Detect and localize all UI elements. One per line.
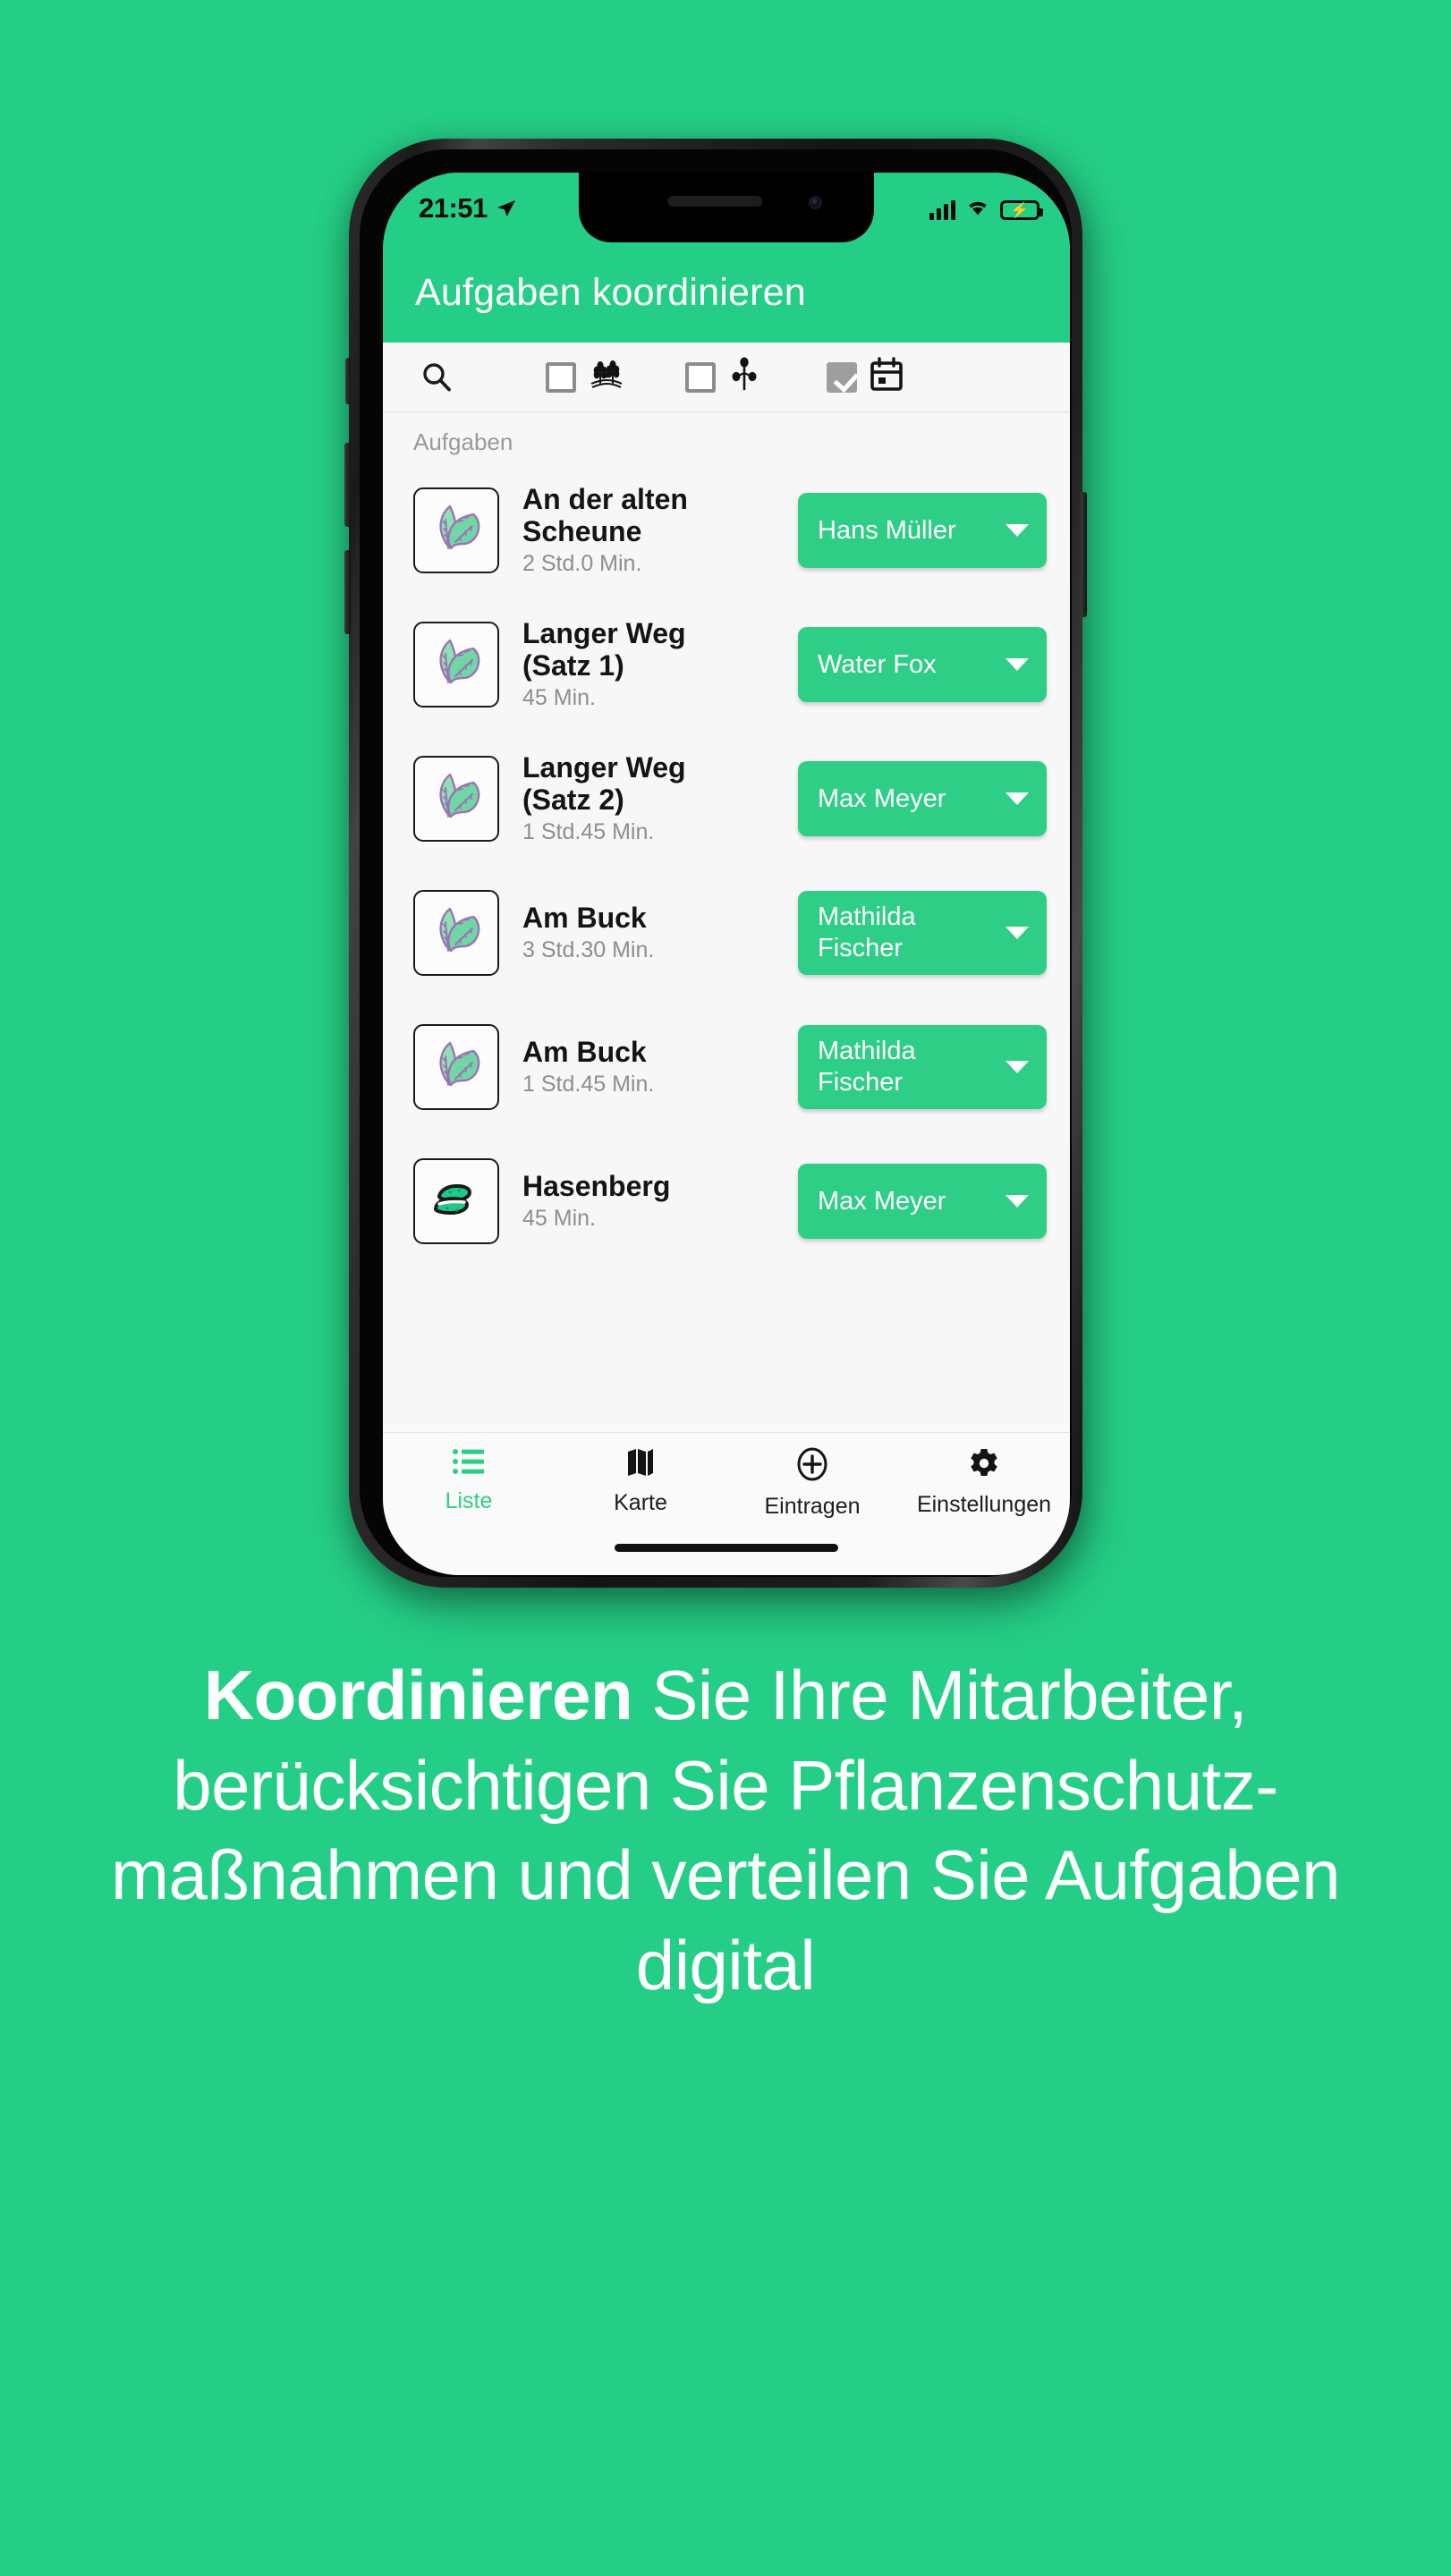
row-text: Am Buck 1 Std.45 Min. [499, 1036, 798, 1097]
task-duration: 2 Std.0 Min. [522, 550, 642, 576]
app-bar: Aufgaben koordinieren [383, 242, 1070, 343]
page-title: Aufgaben koordinieren [415, 270, 806, 314]
cellular-signal-icon [929, 199, 955, 220]
phone-screen: 21:51 ⚡ Aufgaben koordinieren Aufgaben A… [383, 173, 1070, 1575]
nav-item-karte[interactable]: Karte [555, 1447, 726, 1575]
assignee-label: Hans Müller [818, 515, 956, 545]
location-arrow-icon [496, 198, 517, 219]
chevron-down-icon [1006, 927, 1029, 939]
gear-icon [968, 1447, 1000, 1484]
row-text: Hasenberg 45 Min. [499, 1170, 798, 1232]
map-icon [625, 1447, 656, 1482]
table-row[interactable]: Langer Weg (Satz 2) 1 Std.45 Min. Max Me… [383, 732, 1070, 866]
leaves-icon [413, 487, 499, 573]
section-label: Aufgaben [413, 428, 513, 455]
assignee-dropdown[interactable]: Mathilda Fischer [798, 891, 1047, 975]
task-title: An der alten Scheune [522, 483, 688, 547]
phone-bezel: 21:51 ⚡ Aufgaben koordinieren Aufgaben A… [360, 149, 1072, 1577]
task-title: Hasenberg [522, 1170, 671, 1203]
task-title: Langer Weg (Satz 2) [522, 751, 686, 816]
row-text: Langer Weg (Satz 1) 45 Min. [499, 617, 798, 711]
task-duration: 45 Min. [522, 684, 596, 710]
table-row[interactable]: An der alten Scheune 2 Std.0 Min. Hans M… [383, 463, 1070, 597]
table-row[interactable]: Hasenberg 45 Min. Max Meyer [383, 1134, 1070, 1268]
nav-item-liste[interactable]: Liste [383, 1447, 555, 1575]
assignee-dropdown[interactable]: Max Meyer [798, 761, 1047, 836]
calendar-icon [868, 356, 905, 398]
checkbox-unchecked-icon[interactable] [546, 361, 576, 393]
chevron-down-icon [1006, 658, 1029, 671]
search-icon[interactable] [383, 360, 490, 395]
row-text: Am Buck 3 Std.30 Min. [499, 902, 798, 963]
cucumber-icon [413, 1158, 499, 1244]
leaves-icon [413, 622, 499, 708]
task-duration: 45 Min. [522, 1205, 596, 1231]
assignee-label: Max Meyer [818, 1186, 946, 1216]
chevron-down-icon [1006, 792, 1029, 805]
wheat-field-icon [587, 355, 626, 399]
filter-group-wheat[interactable] [546, 355, 626, 399]
marketing-caption: Koordinieren Sie Ihre Mitarbeiter, berüc… [0, 1650, 1451, 2010]
caption-bold-lead: Koordinieren [203, 1656, 633, 1734]
assignee-label: Max Meyer [818, 784, 946, 813]
nav-label: Liste [445, 1488, 493, 1513]
assignee-label: Water Fox [818, 649, 937, 679]
leaves-icon [413, 756, 499, 842]
volume-down-button[interactable] [344, 550, 351, 634]
home-indicator[interactable] [615, 1544, 838, 1552]
assignee-dropdown[interactable]: Mathilda Fischer [798, 1025, 1047, 1109]
assignee-label: Mathilda Fischer [818, 1037, 916, 1097]
row-text: Langer Weg (Satz 2) 1 Std.45 Min. [499, 751, 798, 845]
assignee-dropdown[interactable]: Water Fox [798, 627, 1047, 702]
assignee-dropdown[interactable]: Hans Müller [798, 493, 1047, 568]
nav-label: Karte [614, 1490, 667, 1515]
notch [579, 173, 874, 242]
earpiece-speaker [667, 196, 763, 207]
nav-item-eintragen[interactable]: Eintragen [726, 1447, 898, 1575]
table-row[interactable]: Am Buck 3 Std.30 Min. Mathilda Fischer [383, 866, 1070, 1000]
table-row[interactable]: Am Buck 1 Std.45 Min. Mathilda Fischer [383, 1000, 1070, 1134]
checkbox-unchecked-icon[interactable] [685, 361, 716, 393]
battery-charging-icon: ⚡ [1000, 199, 1043, 220]
volume-up-button[interactable] [344, 443, 351, 527]
sprout-plant-icon [726, 355, 762, 399]
phone-frame: 21:51 ⚡ Aufgaben koordinieren Aufgaben A… [344, 139, 1087, 1588]
nav-label: Einstellungen [916, 1492, 1052, 1517]
list-icon [452, 1447, 486, 1480]
row-text: An der alten Scheune 2 Std.0 Min. [499, 483, 798, 577]
task-title: Am Buck [522, 1036, 647, 1069]
task-duration: 1 Std.45 Min. [522, 1071, 655, 1097]
checkbox-checked-icon[interactable] [827, 361, 857, 393]
bottom-navigation: Liste Karte Eintragen Einstellungen [383, 1432, 1070, 1575]
table-row[interactable]: Langer Weg (Satz 1) 45 Min. Water Fox [383, 597, 1070, 732]
filter-group-sprout[interactable] [685, 355, 762, 399]
nav-label: Eintragen [764, 1494, 861, 1519]
phone-mockup: 21:51 ⚡ Aufgaben koordinieren Aufgaben A… [344, 139, 1100, 1611]
task-list: Aufgaben An der alten Scheune 2 Std.0 Mi… [383, 412, 1070, 1425]
plus-circle-icon [795, 1447, 829, 1486]
filter-group-calendar[interactable] [827, 356, 905, 398]
status-time: 21:51 [419, 192, 488, 224]
status-bar-left: 21:51 [419, 192, 517, 225]
task-title: Am Buck [522, 902, 647, 935]
chevron-down-icon [1006, 524, 1029, 537]
assignee-label: Mathilda Fischer [818, 902, 916, 962]
assignee-dropdown[interactable]: Max Meyer [798, 1164, 1047, 1239]
power-button[interactable] [1081, 492, 1087, 617]
leaves-icon [413, 1024, 499, 1110]
filter-toolbar [383, 343, 1070, 412]
silent-switch[interactable] [345, 358, 351, 404]
wifi-icon [965, 198, 990, 222]
front-camera [809, 196, 822, 209]
leaves-icon [413, 890, 499, 976]
task-duration: 3 Std.30 Min. [522, 936, 655, 962]
task-duration: 1 Std.45 Min. [522, 818, 655, 844]
chevron-down-icon [1006, 1195, 1029, 1208]
chevron-down-icon [1006, 1061, 1029, 1073]
status-bar-right: ⚡ [929, 192, 1043, 222]
task-title: Langer Weg (Satz 1) [522, 617, 686, 682]
nav-item-einstellungen[interactable]: Einstellungen [898, 1447, 1070, 1575]
